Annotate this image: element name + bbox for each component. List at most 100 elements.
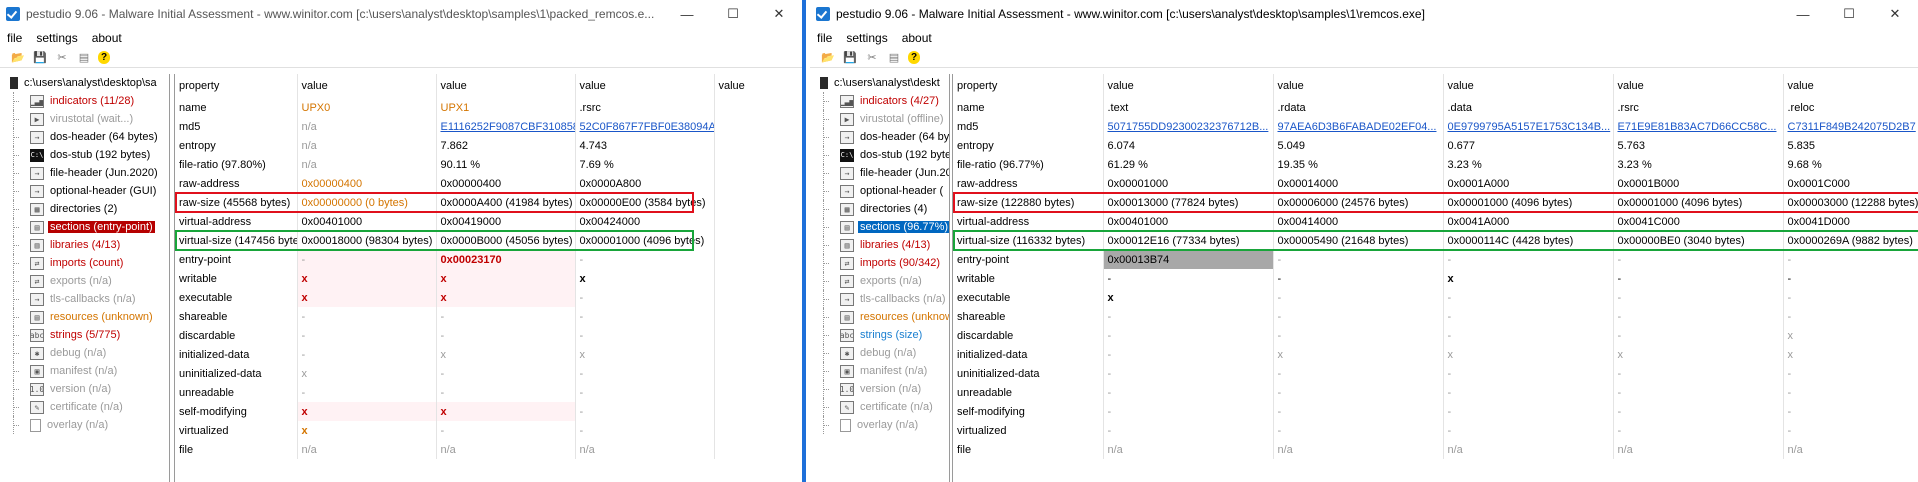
tree-item-indicators[interactable]: ▁▃▅ indicators (4/27) xyxy=(818,92,949,110)
table-row-initialized-data[interactable]: initialized-data - x x xyxy=(175,345,802,364)
tree-item-manifest[interactable]: ▣ manifest (n/a) xyxy=(818,362,949,380)
table-row-entry-point[interactable]: entry-point 0x00013B74- - - - xyxy=(953,250,1918,269)
table-row-virtual-address[interactable]: virtual-address 0x00401000 0x00414000 0x004… xyxy=(953,212,1918,231)
tree-item-resources[interactable]: ▤ resources (unknown) xyxy=(8,308,169,326)
table-row-virtual-size[interactable]: virtual-size (147456 bytes) 0x00018000 (9… xyxy=(175,231,802,250)
minimize-button[interactable]: — xyxy=(664,0,710,28)
tree-item-virustotal[interactable]: ▶ virustotal (wait...) xyxy=(8,110,169,128)
save-icon[interactable]: 💾 xyxy=(842,51,858,65)
tree-item-imports[interactable]: ⇄ imports (count) xyxy=(8,254,169,272)
table-row-unreadable[interactable]: unreadable - - - xyxy=(175,383,802,402)
tree-item-libraries[interactable]: ▥ libraries (4/13) xyxy=(818,236,949,254)
open-icon[interactable]: 📂 xyxy=(10,51,26,65)
maximize-button[interactable]: ☐ xyxy=(710,0,756,28)
menu-settings[interactable]: settings xyxy=(839,31,894,45)
table-row-writable[interactable]: writable - - x - - xyxy=(953,269,1918,288)
tree-item-dos-header[interactable]: → dos-header (64 byt xyxy=(818,128,949,146)
tree-item-certificate[interactable]: ✎ certificate (n/a) xyxy=(818,398,949,416)
column-header[interactable]: property xyxy=(175,74,298,98)
tree-item-optional-header[interactable]: → optional-header (GUI) xyxy=(8,182,169,200)
cut-icon[interactable]: ✂ xyxy=(864,51,880,65)
table-row-virtualized[interactable]: virtualized x - - xyxy=(175,421,802,440)
tree-item-debug[interactable]: ✱ debug (n/a) xyxy=(818,344,949,362)
table-row-md5[interactable]: md5n/aE1116252F9087CBF3108583F...52C0F86… xyxy=(175,117,802,136)
menu-about[interactable]: about xyxy=(895,31,939,45)
column-header[interactable]: property xyxy=(953,74,1104,98)
column-header[interactable]: value xyxy=(1443,74,1614,98)
tree-item-overlay[interactable]: overlay (n/a) xyxy=(8,416,169,434)
table-row-self-modifying[interactable]: self-modifying x x - xyxy=(175,402,802,421)
tree-item-file-header[interactable]: → file-header (Jun.20 xyxy=(818,164,949,182)
tree-item-certificate[interactable]: ✎ certificate (n/a) xyxy=(8,398,169,416)
tree-item-optional-header[interactable]: → optional-header ( xyxy=(818,182,949,200)
tree-root[interactable]: c:\users\analyst\deskt xyxy=(818,74,949,92)
tree-item-file-header[interactable]: → file-header (Jun.2020) xyxy=(8,164,169,182)
tree-item-tls-callbacks[interactable]: → tls-callbacks (n/a) xyxy=(818,290,949,308)
tree-root[interactable]: c:\users\analyst\desktop\sa xyxy=(8,74,169,92)
column-header[interactable]: value xyxy=(436,74,576,98)
table-row-executable[interactable]: executable x x - xyxy=(175,288,802,307)
table-row-file[interactable]: file n/a n/a n/a xyxy=(175,440,802,459)
column-header[interactable]: value xyxy=(575,74,715,98)
table-row-file-ratio[interactable]: file-ratio (97.80%) n/a 90.11 % 7.69 % xyxy=(175,155,802,174)
column-header[interactable]: value xyxy=(1103,74,1274,98)
tree-item-sections[interactable]: ▤ sections (96.77%) xyxy=(818,218,949,236)
table-row-initialized-data[interactable]: initialized-data - x x x x xyxy=(953,345,1918,364)
table-row-raw-size[interactable]: raw-size (45568 bytes) 0x00000000 (0 byte… xyxy=(175,193,802,212)
help-icon[interactable]: ? xyxy=(908,51,920,64)
table-row-file[interactable]: file n/a n/a n/a n/a n/a xyxy=(953,440,1918,459)
tree-item-dos-stub[interactable]: C:\ dos-stub (192 bytes) xyxy=(8,146,169,164)
minimize-button[interactable]: — xyxy=(1780,0,1826,28)
menu-about[interactable]: about xyxy=(85,31,129,45)
tree-item-imports[interactable]: ⇄ imports (90/342) xyxy=(818,254,949,272)
column-header[interactable]: value xyxy=(1273,74,1444,98)
tree-item-directories[interactable]: ▦ directories (4) xyxy=(818,200,949,218)
menu-file[interactable]: file xyxy=(810,31,839,45)
column-header[interactable]: value xyxy=(714,74,802,98)
list-icon[interactable]: ▤ xyxy=(76,51,92,65)
tree-item-sections[interactable]: ▤ sections (entry-point) xyxy=(8,218,169,236)
close-button[interactable]: ✕ xyxy=(756,0,802,28)
tree-item-strings[interactable]: abc strings (5/775) xyxy=(8,326,169,344)
tree-item-resources[interactable]: ▤ resources (unknow xyxy=(818,308,949,326)
table-row-discardable[interactable]: discardable - - - xyxy=(175,326,802,345)
table-row-file-ratio[interactable]: file-ratio (96.77%) 61.29 % 19.35 % 3.23 % 3… xyxy=(953,155,1918,174)
tree-item-debug[interactable]: ✱ debug (n/a) xyxy=(8,344,169,362)
tree-item-directories[interactable]: ▦ directories (2) xyxy=(8,200,169,218)
tree-item-virustotal[interactable]: ▶ virustotal (offline) xyxy=(818,110,949,128)
save-icon[interactable]: 💾 xyxy=(32,51,48,65)
table-row-virtualized[interactable]: virtualized - - - - - xyxy=(953,421,1918,440)
tree-item-overlay[interactable]: overlay (n/a) xyxy=(818,416,949,434)
column-header[interactable]: value xyxy=(1613,74,1784,98)
tree-item-indicators[interactable]: ▁▃▅ indicators (11/28) xyxy=(8,92,169,110)
tree-item-strings[interactable]: abc strings (size) xyxy=(818,326,949,344)
table-row-name[interactable]: name UPX0 UPX1 .rsrc xyxy=(175,98,802,117)
cut-icon[interactable]: ✂ xyxy=(54,51,70,65)
table-row-entropy[interactable]: entropy 6.074 5.049 0.677 5.763 5.835 xyxy=(953,136,1918,155)
table-row-entropy[interactable]: entropy n/a 7.862 4.743 xyxy=(175,136,802,155)
table-row-entry-point[interactable]: entry-point -0x00023170- xyxy=(175,250,802,269)
table-row-name[interactable]: name .text .rdata .data .rsrc .reloc xyxy=(953,98,1918,117)
table-row-uninitialized-data[interactable]: uninitialized-data x - - xyxy=(175,364,802,383)
tree-item-exports[interactable]: ⇄ exports (n/a) xyxy=(8,272,169,290)
table-row-uninitialized-data[interactable]: uninitialized-data - - - - - xyxy=(953,364,1918,383)
table-row-writable[interactable]: writable x x x xyxy=(175,269,802,288)
tree-item-version[interactable]: 1.0 version (n/a) xyxy=(818,380,949,398)
table-row-unreadable[interactable]: unreadable - - - - - xyxy=(953,383,1918,402)
table-row-raw-address[interactable]: raw-address 0x00000400 0x00000400 0x0000A80… xyxy=(175,174,802,193)
table-row-virtual-size[interactable]: virtual-size (116332 bytes) 0x00012E16 (7… xyxy=(953,231,1918,250)
tree-item-tls-callbacks[interactable]: → tls-callbacks (n/a) xyxy=(8,290,169,308)
table-row-virtual-address[interactable]: virtual-address 0x00401000 0x00419000 0x004… xyxy=(175,212,802,231)
table-row-executable[interactable]: executable x - - - - xyxy=(953,288,1918,307)
tree-item-manifest[interactable]: ▣ manifest (n/a) xyxy=(8,362,169,380)
table-row-self-modifying[interactable]: self-modifying - - - - - xyxy=(953,402,1918,421)
menu-file[interactable]: file xyxy=(0,31,29,45)
table-row-discardable[interactable]: discardable - - - - x xyxy=(953,326,1918,345)
tree-item-version[interactable]: 1.0 version (n/a) xyxy=(8,380,169,398)
table-row-raw-size[interactable]: raw-size (122880 bytes) 0x00013000 (77824… xyxy=(953,193,1918,212)
maximize-button[interactable]: ☐ xyxy=(1826,0,1872,28)
tree-item-libraries[interactable]: ▥ libraries (4/13) xyxy=(8,236,169,254)
table-row-md5[interactable]: md5 5071755DD92300232376712B... 97AEA6D3B6… xyxy=(953,117,1918,136)
table-row-raw-address[interactable]: raw-address 0x00001000 0x00014000 0x0001A00… xyxy=(953,174,1918,193)
column-header[interactable]: value xyxy=(1783,74,1918,98)
